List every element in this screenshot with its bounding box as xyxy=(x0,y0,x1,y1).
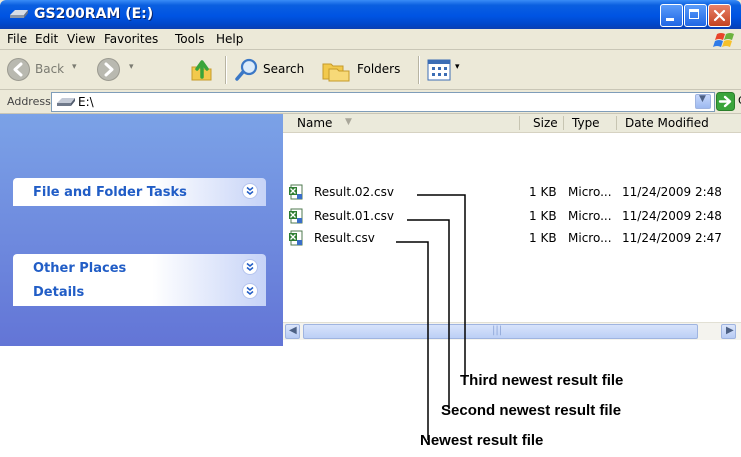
leader-third xyxy=(417,194,466,378)
annotation-third-newest: Third newest result file xyxy=(460,372,624,389)
leader-newest xyxy=(396,241,429,440)
annotation-lines xyxy=(396,194,466,440)
annotation-newest: Newest result file xyxy=(420,432,544,449)
annotation-second-newest: Second newest result file xyxy=(441,402,622,419)
